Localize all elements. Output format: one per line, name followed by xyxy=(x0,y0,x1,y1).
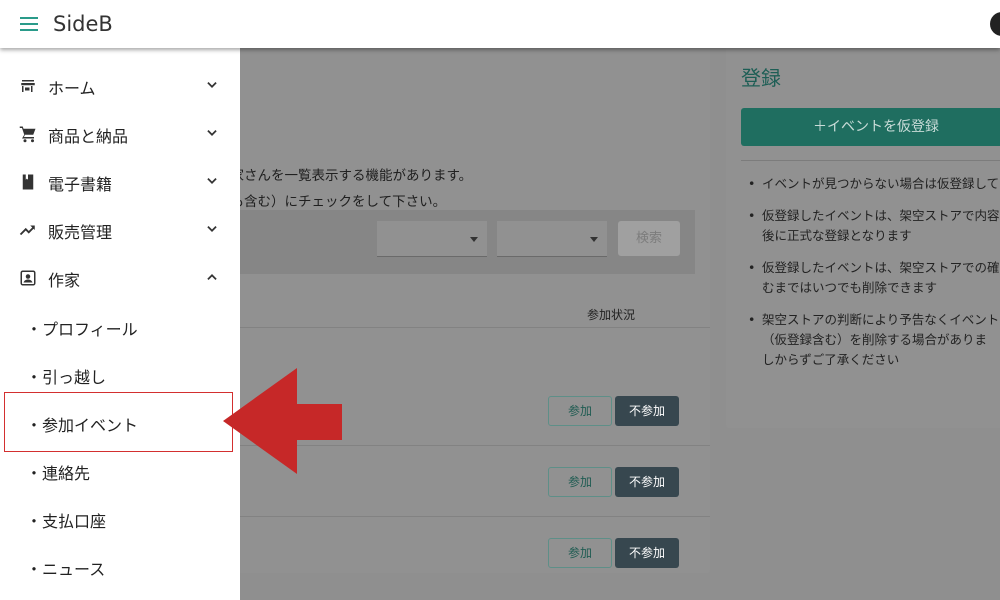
nav-item-author[interactable]: 作家 xyxy=(0,254,240,302)
account-box-icon xyxy=(20,270,36,286)
register-event-button[interactable]: ＋イベントを仮登録 xyxy=(741,108,1000,146)
chevron-up-icon xyxy=(207,274,217,280)
filter-select-1[interactable] xyxy=(377,221,487,257)
book-icon xyxy=(22,174,34,190)
trending-up-icon xyxy=(19,225,35,236)
highlight-box xyxy=(4,392,233,452)
note-item: イベントが見つからない場合は仮登録して xyxy=(746,174,1000,194)
decline-button[interactable]: 不参加 xyxy=(615,467,679,497)
chevron-down-icon xyxy=(207,82,217,88)
nav-item-label: 作家 xyxy=(48,271,81,290)
decline-button[interactable]: 不参加 xyxy=(615,396,679,426)
nav-item-products[interactable]: 商品と納品 xyxy=(0,110,240,158)
join-button[interactable]: 参加 xyxy=(548,538,612,568)
nav-subitem-label: ・引っ越し xyxy=(26,368,107,387)
register-divider xyxy=(741,160,1000,161)
app-title[interactable]: SideB xyxy=(53,12,113,36)
note-item: 架空ストアの判断により予告なくイベント （仮登録含む）を削除する場合がありま し… xyxy=(746,310,1000,370)
hamburger-menu-icon[interactable] xyxy=(20,17,38,31)
column-header-status: 参加状況 xyxy=(587,308,636,322)
row-divider xyxy=(215,327,710,328)
store-icon xyxy=(21,80,35,92)
note-item: 仮登録したイベントは、架空ストアで内容 後に正式な登録となります xyxy=(746,206,1000,246)
nav-subitem-bank-account[interactable]: ・支払口座 xyxy=(0,494,240,542)
nav-item-ebooks[interactable]: 電子書籍 xyxy=(0,158,240,206)
nav-item-label: 販売管理 xyxy=(48,223,113,242)
nav-subitem-moving[interactable]: ・引っ越し xyxy=(0,350,240,398)
nav-item-label: 電子書籍 xyxy=(48,175,113,194)
search-button[interactable]: 検索 xyxy=(618,221,680,256)
join-button[interactable]: 参加 xyxy=(548,396,612,426)
chevron-down-icon xyxy=(207,178,217,184)
row-divider xyxy=(215,516,710,517)
join-button[interactable]: 参加 xyxy=(548,467,612,497)
nav-subitem-profile[interactable]: ・プロフィール xyxy=(0,302,240,350)
register-notes: イベントが見つからない場合は仮登録して 仮登録したイベントは、架空ストアで内容 … xyxy=(746,174,1000,382)
chevron-down-icon xyxy=(207,130,217,136)
chevron-down-icon xyxy=(207,226,217,232)
nav-item-label: 商品と納品 xyxy=(48,127,129,146)
filter-select-2[interactable] xyxy=(497,221,607,257)
nav-item-home[interactable]: ホーム xyxy=(0,62,240,110)
app-bar: SideB xyxy=(0,0,1000,48)
nav-item-sales[interactable]: 販売管理 xyxy=(0,206,240,254)
decline-button[interactable]: 不参加 xyxy=(615,538,679,568)
nav-subitem-label: ・支払口座 xyxy=(26,512,107,531)
nav-subitem-news[interactable]: ・ニュース xyxy=(0,542,240,590)
nav-subitem-label: ・プロフィール xyxy=(26,320,138,339)
nav-subitem-label: ・連絡先 xyxy=(26,464,91,483)
cart-icon xyxy=(19,126,36,143)
note-item: 仮登録したイベントは、架空ストアでの確 むまではいつでも削除できます xyxy=(746,258,1000,298)
nav-subitem-contact[interactable]: ・連絡先 xyxy=(0,446,240,494)
register-title: 登録 xyxy=(741,66,781,90)
nav-drawer: ホーム 商品と納品 電子書籍 販売管理 作家 ・プロフィール ・引っ越し ・参加… xyxy=(0,48,240,600)
pointer-arrow-icon xyxy=(223,368,342,474)
nav-subitem-label: ・ニュース xyxy=(26,560,106,579)
nav-item-label: ホーム xyxy=(48,79,96,98)
avatar[interactable] xyxy=(990,12,1000,36)
